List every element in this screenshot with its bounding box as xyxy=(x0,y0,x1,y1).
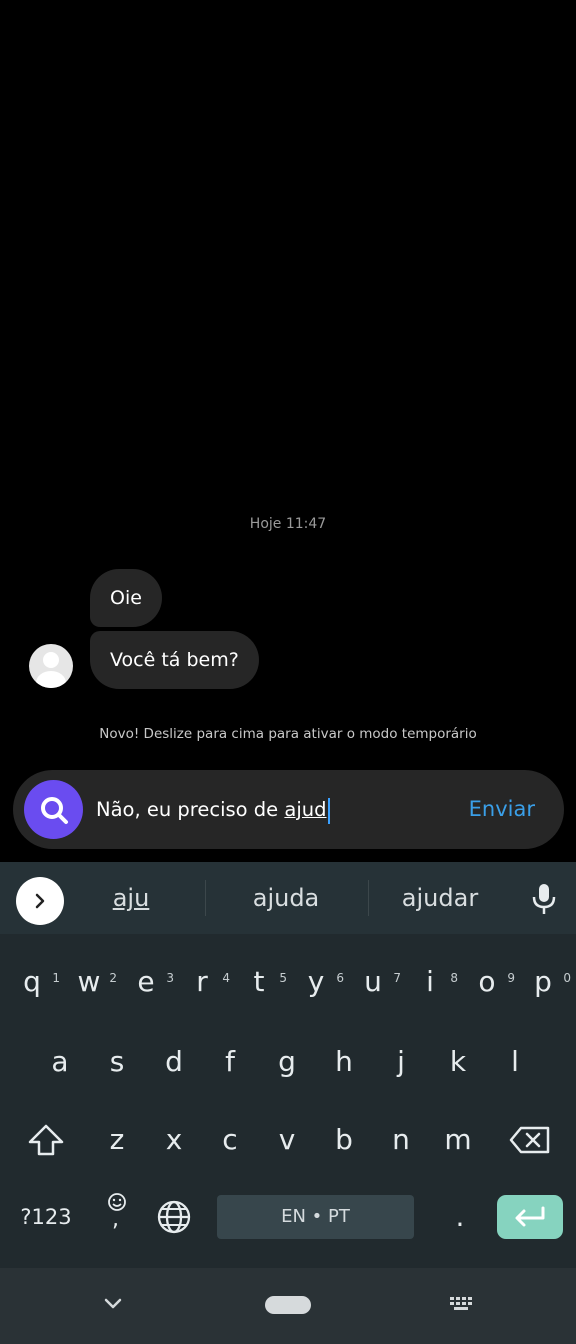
key-letter: i xyxy=(426,965,434,998)
backspace-key[interactable] xyxy=(502,1110,558,1170)
key-x[interactable]: x xyxy=(146,1110,202,1170)
key-z[interactable]: z xyxy=(89,1110,145,1170)
key-i[interactable]: i8 xyxy=(402,952,458,1012)
key-e[interactable]: e3 xyxy=(118,952,174,1012)
key-g[interactable]: g xyxy=(259,1032,315,1092)
key-f[interactable]: f xyxy=(202,1032,258,1092)
language-key[interactable] xyxy=(152,1195,196,1239)
send-button[interactable]: Enviar xyxy=(469,797,535,821)
key-n[interactable]: n xyxy=(373,1110,429,1170)
key-u[interactable]: u7 xyxy=(345,952,401,1012)
message-input[interactable]: Não, eu preciso de ajud xyxy=(96,792,330,828)
text-cursor xyxy=(327,797,330,824)
key-letter: o xyxy=(478,965,496,998)
suggestion-divider xyxy=(205,880,206,916)
temporary-mode-hint: Novo! Deslize para cima para ativar o mo… xyxy=(99,726,477,742)
key-o[interactable]: o9 xyxy=(459,952,515,1012)
key-letter: y xyxy=(307,965,325,998)
shift-key[interactable] xyxy=(18,1110,74,1170)
shift-icon xyxy=(28,1124,64,1156)
keyboard: aju ajuda ajudar q1 w2 e3 r4 t5 y6 u7 i8… xyxy=(0,862,576,1268)
key-k[interactable]: k xyxy=(430,1032,486,1092)
key-number-hint: 8 xyxy=(450,971,458,985)
key-letter: t xyxy=(253,965,265,998)
symbols-key[interactable]: ?123 xyxy=(14,1195,78,1239)
suggestion-1[interactable]: aju xyxy=(61,884,201,912)
key-p[interactable]: p0 xyxy=(515,952,571,1012)
key-a[interactable]: a xyxy=(32,1032,88,1092)
avatar-head xyxy=(43,652,59,668)
comma-label: , xyxy=(112,1207,119,1232)
typed-text: Não, eu preciso de xyxy=(96,798,285,821)
search-button[interactable] xyxy=(24,780,83,839)
key-r[interactable]: r4 xyxy=(174,952,230,1012)
backspace-icon xyxy=(509,1126,550,1154)
key-y[interactable]: y6 xyxy=(288,952,344,1012)
avatar[interactable] xyxy=(29,644,73,688)
chat-timestamp: Hoje 11:47 xyxy=(249,516,327,532)
key-number-hint: 6 xyxy=(336,971,344,985)
chevron-right-icon xyxy=(35,893,45,909)
key-number-hint: 2 xyxy=(109,971,117,985)
globe-icon xyxy=(157,1200,191,1234)
key-w[interactable]: w2 xyxy=(61,952,117,1012)
suggestion-bar: aju ajuda ajudar xyxy=(0,862,576,934)
keyboard-switch-button[interactable] xyxy=(449,1296,475,1316)
key-l[interactable]: l xyxy=(487,1032,543,1092)
suggestion-3[interactable]: ajudar xyxy=(370,884,510,912)
key-h[interactable]: h xyxy=(316,1032,372,1092)
key-m[interactable]: m xyxy=(430,1110,486,1170)
key-letter: u xyxy=(364,965,382,998)
key-number-hint: 9 xyxy=(507,971,515,985)
key-number-hint: 5 xyxy=(279,971,287,985)
key-c[interactable]: c xyxy=(202,1110,258,1170)
key-number-hint: 3 xyxy=(166,971,174,985)
chevron-down-icon xyxy=(104,1298,122,1309)
hide-keyboard-button[interactable] xyxy=(103,1296,123,1315)
key-number-hint: 4 xyxy=(222,971,230,985)
voice-input-button[interactable] xyxy=(530,882,558,920)
message-composer: Não, eu preciso de ajud Enviar xyxy=(13,770,564,849)
key-d[interactable]: d xyxy=(146,1032,202,1092)
space-key[interactable]: EN • PT xyxy=(217,1195,414,1239)
chat-area: Hoje 11:47 Oie Você tá bem? Novo! Desliz… xyxy=(0,0,576,862)
key-s[interactable]: s xyxy=(89,1032,145,1092)
key-b[interactable]: b xyxy=(316,1110,372,1170)
key-q[interactable]: q1 xyxy=(4,952,60,1012)
key-letter: p xyxy=(534,965,552,998)
search-icon xyxy=(40,796,68,824)
key-number-hint: 7 xyxy=(393,971,401,985)
key-letter: w xyxy=(77,965,101,998)
toolbar-expand-button[interactable] xyxy=(16,877,64,925)
key-letter: q xyxy=(23,965,41,998)
key-j[interactable]: j xyxy=(373,1032,429,1092)
period-key[interactable]: . xyxy=(432,1195,488,1239)
system-navbar xyxy=(0,1268,576,1344)
key-number-hint: 1 xyxy=(52,971,60,985)
composing-word: ajud xyxy=(284,798,327,821)
suggestion-divider xyxy=(368,880,369,916)
message-bubble[interactable]: Oie xyxy=(90,569,162,627)
enter-key[interactable] xyxy=(497,1195,563,1239)
key-t[interactable]: t5 xyxy=(231,952,288,1012)
message-bubble[interactable]: Você tá bem? xyxy=(90,631,259,689)
avatar-body xyxy=(36,671,66,688)
keyboard-icon xyxy=(450,1297,472,1310)
home-button[interactable] xyxy=(265,1296,311,1314)
key-number-hint: 0 xyxy=(563,971,571,985)
suggestion-2[interactable]: ajuda xyxy=(216,884,356,912)
key-v[interactable]: v xyxy=(259,1110,315,1170)
key-letter: e xyxy=(137,965,155,998)
enter-icon xyxy=(515,1206,545,1227)
emoji-key[interactable]: , xyxy=(96,1188,138,1246)
mic-icon xyxy=(532,884,556,914)
key-letter: r xyxy=(196,965,208,998)
